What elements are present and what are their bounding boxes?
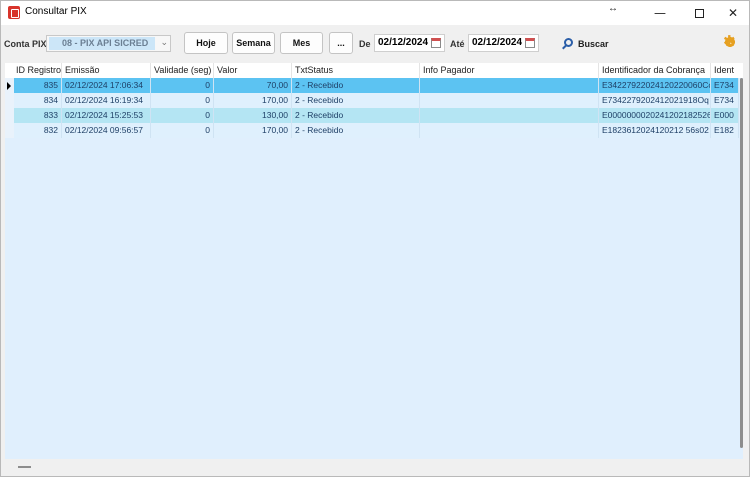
cell-ident[interactable]: E734 xyxy=(711,78,739,93)
buscar-button[interactable]: Buscar xyxy=(578,39,609,49)
title-bar: Consultar PIX ↔ — ✕ xyxy=(1,1,749,25)
calendar-icon[interactable] xyxy=(525,38,535,48)
cell-id[interactable]: 835 xyxy=(13,78,62,93)
col-header-emissao[interactable]: Emissão xyxy=(62,63,151,78)
minimize-button[interactable]: — xyxy=(638,1,682,25)
col-header-id[interactable]: ID Registro xyxy=(13,63,62,78)
table-row[interactable]: 835 02/12/2024 17:06:34 0 70,00 2 - Recebido… xyxy=(5,78,739,93)
hoje-button[interactable]: Hoje xyxy=(184,32,228,54)
cell-info[interactable] xyxy=(420,108,599,123)
cell-info[interactable] xyxy=(420,123,599,138)
cell-status[interactable]: 2 - Recebido xyxy=(292,108,420,123)
cell-identificador[interactable]: E1823612024120212 56s02 xyxy=(599,123,711,138)
current-row-arrow-icon xyxy=(7,82,11,90)
horizontal-scrollbar[interactable] xyxy=(18,466,31,468)
col-header-status[interactable]: TxtStatus xyxy=(292,63,420,78)
calendar-icon[interactable] xyxy=(431,38,441,48)
cell-valor[interactable]: 130,00 xyxy=(214,108,292,123)
conta-pix-label: Conta PIX xyxy=(4,39,47,49)
cell-validade[interactable]: 0 xyxy=(151,93,214,108)
maximize-icon xyxy=(694,8,704,18)
toolbar: Conta PIX 08 - PIX API SICRED ⌄ Hoje Sem… xyxy=(1,25,749,63)
cell-valor[interactable]: 170,00 xyxy=(214,123,292,138)
table-row[interactable]: 834 02/12/2024 16:19:34 0 170,00 2 - Recebid… xyxy=(5,93,739,108)
resize-icon: ↔ xyxy=(608,3,618,14)
cell-ident[interactable]: E734 xyxy=(711,93,739,108)
col-header-info-pagador[interactable]: Info Pagador xyxy=(420,63,599,78)
cell-valor[interactable]: 170,00 xyxy=(214,93,292,108)
cell-identificador[interactable]: E000000002024120218252​61 xyxy=(599,108,711,123)
conta-pix-select[interactable]: 08 - PIX API SICRED ⌄ xyxy=(46,35,171,52)
status-bar xyxy=(1,460,749,476)
cell-identificador[interactable]: E34227922024120220060Cc xyxy=(599,78,711,93)
cell-status[interactable]: 2 - Recebido xyxy=(292,78,420,93)
app-logo-icon xyxy=(8,6,20,19)
settings-gear-icon[interactable] xyxy=(723,32,736,50)
cell-validade[interactable]: 0 xyxy=(151,108,214,123)
conta-pix-value: 08 - PIX API SICRED xyxy=(49,37,155,50)
col-header-identificador[interactable]: Identificador da Cobrança xyxy=(599,63,711,78)
table-row[interactable]: 833 02/12/2024 15:25:53 0 130,00 2 - Recebid… xyxy=(5,108,739,123)
cell-info[interactable] xyxy=(420,93,599,108)
cell-emissao[interactable]: 02/12/2024 16:19:34 xyxy=(62,93,151,108)
chevron-down-icon[interactable]: ⌄ xyxy=(160,37,168,48)
maximize-button[interactable] xyxy=(677,1,721,25)
col-header-validade[interactable]: Validade (seg) xyxy=(151,63,214,78)
cell-validade[interactable]: 0 xyxy=(151,123,214,138)
date-to-value: 02/12/2024 xyxy=(472,37,523,48)
date-from-field[interactable]: 02/12/2024 xyxy=(374,34,445,52)
cell-ident[interactable]: E182 xyxy=(711,123,739,138)
close-button[interactable]: ✕ xyxy=(717,1,749,25)
cell-valor[interactable]: 70,00 xyxy=(214,78,292,93)
date-to-field[interactable]: 02/12/2024 xyxy=(468,34,539,52)
cell-emissao[interactable]: 02/12/2024 09:56:57 xyxy=(62,123,151,138)
semana-button[interactable]: Semana xyxy=(232,32,275,54)
table-row[interactable]: 832 02/12/2024 09:56:57 0 170,00 2 - Recebid… xyxy=(5,123,739,138)
cell-info[interactable] xyxy=(420,78,599,93)
col-header-valor[interactable]: Valor xyxy=(214,63,292,78)
cell-status[interactable]: 2 - Recebido xyxy=(292,93,420,108)
grid-header: ID Registro Emissão Validade (seg) Valor… xyxy=(5,63,743,78)
date-from-value: 02/12/2024 xyxy=(378,37,429,48)
mes-button[interactable]: Mes xyxy=(280,32,323,54)
cell-id[interactable]: 832 xyxy=(13,123,62,138)
cell-ident[interactable]: E000 xyxy=(711,108,739,123)
col-header-ident[interactable]: Ident xyxy=(711,63,739,78)
de-label: De xyxy=(359,39,371,49)
pix-grid[interactable]: ID Registro Emissão Validade (seg) Valor… xyxy=(5,63,743,459)
cell-validade[interactable]: 0 xyxy=(151,78,214,93)
window-title: Consultar PIX xyxy=(25,6,87,17)
search-icon[interactable] xyxy=(564,38,573,47)
consultar-pix-window: Consultar PIX ↔ — ✕ Conta PIX 08 - PIX A… xyxy=(0,0,750,477)
cell-status[interactable]: 2 - Recebido xyxy=(292,123,420,138)
more-options-button[interactable]: ... xyxy=(329,32,353,54)
cell-id[interactable]: 833 xyxy=(13,108,62,123)
cell-emissao[interactable]: 02/12/2024 15:25:53 xyxy=(62,108,151,123)
cell-identificador[interactable]: E7342279202412021918Oq xyxy=(599,93,711,108)
cell-emissao[interactable]: 02/12/2024 17:06:34 xyxy=(62,78,151,93)
ate-label: Até xyxy=(450,39,465,49)
cell-id[interactable]: 834 xyxy=(13,93,62,108)
vertical-scrollbar[interactable] xyxy=(740,78,743,448)
